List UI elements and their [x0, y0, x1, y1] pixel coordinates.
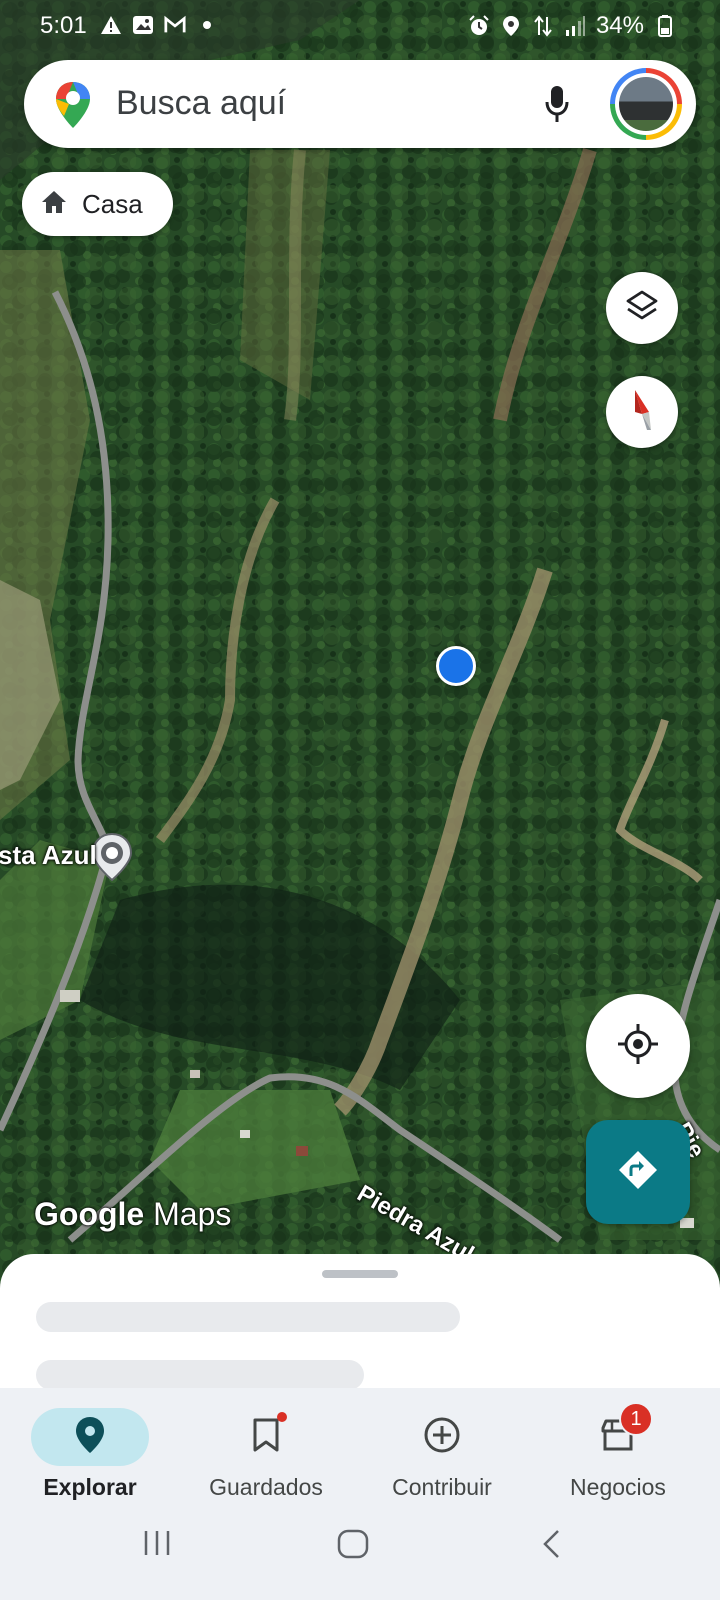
nav-label: Contribuir: [392, 1474, 492, 1500]
notification-dot: [277, 1412, 287, 1422]
explore-pin-icon: [75, 1416, 105, 1459]
search-input[interactable]: Busca aquí: [116, 84, 286, 123]
system-navigation-bar: [0, 1500, 720, 1600]
microphone-icon[interactable]: [544, 84, 570, 129]
nav-item-guardados[interactable]: Guardados: [176, 1398, 356, 1508]
battery-icon: [654, 15, 676, 37]
nav-item-explorar[interactable]: Explorar: [0, 1398, 180, 1508]
home-button-icon[interactable]: [336, 1528, 370, 1565]
home-icon: [40, 189, 68, 220]
gmail-icon: [164, 14, 186, 36]
status-right-icons: 34%: [468, 12, 676, 40]
bookmark-icon: [252, 1418, 280, 1457]
alarm-icon: [468, 15, 490, 37]
back-icon[interactable]: [540, 1528, 564, 1565]
my-location-button[interactable]: [586, 994, 690, 1098]
nav-icon-container: [383, 1408, 501, 1466]
nav-icon-container: [31, 1408, 149, 1466]
signal-icon: [564, 15, 586, 37]
bottom-sheet[interactable]: [0, 1254, 720, 1394]
compass-button[interactable]: [606, 376, 678, 448]
layers-button[interactable]: [606, 272, 678, 344]
nav-label: Explorar: [43, 1474, 137, 1500]
directions-button[interactable]: [586, 1120, 690, 1224]
profile-avatar[interactable]: [610, 68, 682, 140]
nav-icon-container: [207, 1408, 325, 1466]
add-circle-icon: [423, 1416, 461, 1459]
google-maps-watermark: Google Maps: [34, 1196, 231, 1233]
place-label[interactable]: sta Azul: [0, 840, 97, 871]
loading-placeholder: [36, 1360, 364, 1390]
status-left-icons: [100, 14, 218, 36]
sheet-drag-handle[interactable]: [322, 1270, 398, 1278]
watermark-brand: Google: [34, 1196, 145, 1232]
crosshair-icon: [616, 1022, 660, 1071]
search-bar[interactable]: Busca aquí: [24, 60, 696, 148]
watermark-product: Maps: [153, 1196, 232, 1232]
location-icon: [500, 15, 522, 37]
shortcut-chip-home[interactable]: Casa: [22, 172, 173, 236]
data-arrows-icon: [532, 15, 554, 37]
google-maps-logo-icon: [54, 80, 92, 135]
nav-item-contribuir[interactable]: Contribuir: [352, 1398, 532, 1508]
loading-placeholder: [36, 1302, 460, 1332]
status-bar: 5:01 34%: [0, 0, 720, 52]
layers-icon: [625, 289, 659, 328]
notification-badge: 1: [619, 1402, 653, 1436]
bottom-navigation: Explorar Guardados Contribuir 1 Negocios: [0, 1388, 720, 1600]
avatar-photo: [619, 77, 673, 131]
nav-label: Negocios: [570, 1474, 666, 1500]
image-icon: [132, 14, 154, 36]
battery-percent: 34%: [595, 12, 644, 39]
nav-item-negocios[interactable]: 1 Negocios: [528, 1398, 708, 1508]
recents-icon[interactable]: [142, 1528, 172, 1563]
warning-icon: [100, 14, 122, 36]
nav-label: Guardados: [209, 1474, 323, 1500]
directions-icon: [616, 1148, 660, 1197]
compass-icon: [627, 388, 657, 437]
nav-icon-container: 1: [559, 1402, 677, 1466]
status-time: 5:01: [40, 12, 87, 39]
user-location-dot: [436, 646, 476, 686]
chip-label: Casa: [82, 188, 143, 219]
dot-icon: [196, 14, 218, 36]
